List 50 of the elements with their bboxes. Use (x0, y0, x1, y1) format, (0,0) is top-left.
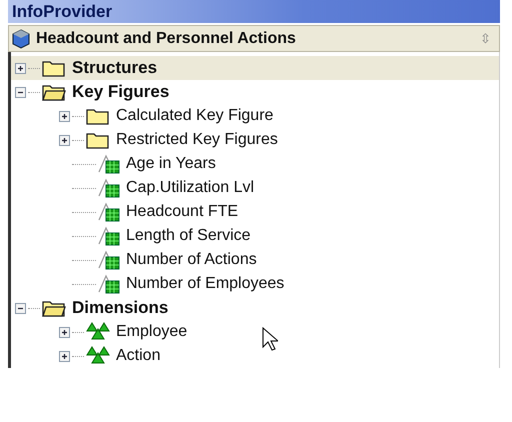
provider-name: Headcount and Personnel Actions (36, 30, 297, 48)
tree-row[interactable]: Restricted Key Figures (11, 128, 499, 152)
tree-label: Calculated Key Figure (116, 107, 274, 125)
tree-label: Headcount FTE (126, 203, 238, 221)
expand-icon[interactable] (59, 350, 70, 362)
panel-title: InfoProvider (8, 0, 500, 24)
key-figure-icon (98, 250, 120, 270)
tree-label: Key Figures (72, 82, 170, 102)
folder-icon (86, 107, 110, 125)
tree-row[interactable]: Cap.Utilization Lvl (11, 176, 499, 200)
folder-icon (86, 131, 110, 149)
tree-row[interactable]: Dimensions (11, 296, 499, 320)
tree-label: Length of Service (126, 227, 251, 245)
key-figure-icon (98, 274, 120, 294)
tree-row[interactable]: Length of Service (11, 224, 499, 248)
key-figure-icon (98, 178, 120, 198)
trees-icon (86, 346, 110, 366)
tree-label: Restricted Key Figures (116, 131, 278, 149)
tree-label: Number of Actions (126, 251, 257, 269)
tree-label: Cap.Utilization Lvl (126, 179, 254, 197)
tree-label: Structures (72, 58, 158, 78)
expand-icon[interactable] (59, 134, 70, 146)
expand-icon[interactable] (59, 110, 70, 122)
tree-row[interactable]: Structures (11, 56, 499, 80)
tree-row[interactable]: Calculated Key Figure (11, 104, 499, 128)
trees-icon (86, 322, 110, 342)
tree-label: Dimensions (72, 298, 168, 318)
tree-row[interactable]: Employee (11, 320, 499, 344)
open-folder-icon (42, 83, 66, 101)
key-figure-icon (98, 154, 120, 174)
mouse-cursor-icon (262, 327, 278, 351)
open-folder-icon (42, 299, 66, 317)
tree-label: Action (116, 347, 160, 365)
tree-row[interactable]: Age in Years (11, 152, 499, 176)
tree-row[interactable]: Action (11, 344, 499, 368)
tree-label: Age in Years (126, 155, 216, 173)
collapse-icon[interactable] (15, 86, 26, 98)
expand-icon[interactable] (59, 326, 70, 338)
tree-row[interactable]: Number of Employees (11, 272, 499, 296)
tree-row[interactable]: Headcount FTE (11, 200, 499, 224)
tree-label: Employee (116, 323, 188, 341)
key-figure-icon (98, 226, 120, 246)
tree-row[interactable]: Key Figures (11, 80, 499, 104)
collapse-icon[interactable] (15, 302, 26, 314)
key-figure-icon (98, 202, 120, 222)
cube-icon (11, 28, 31, 49)
tree-label: Number of Employees (126, 275, 284, 293)
tree-row[interactable]: Number of Actions (11, 248, 499, 272)
expand-icon[interactable] (15, 62, 26, 74)
folder-icon (42, 59, 66, 77)
